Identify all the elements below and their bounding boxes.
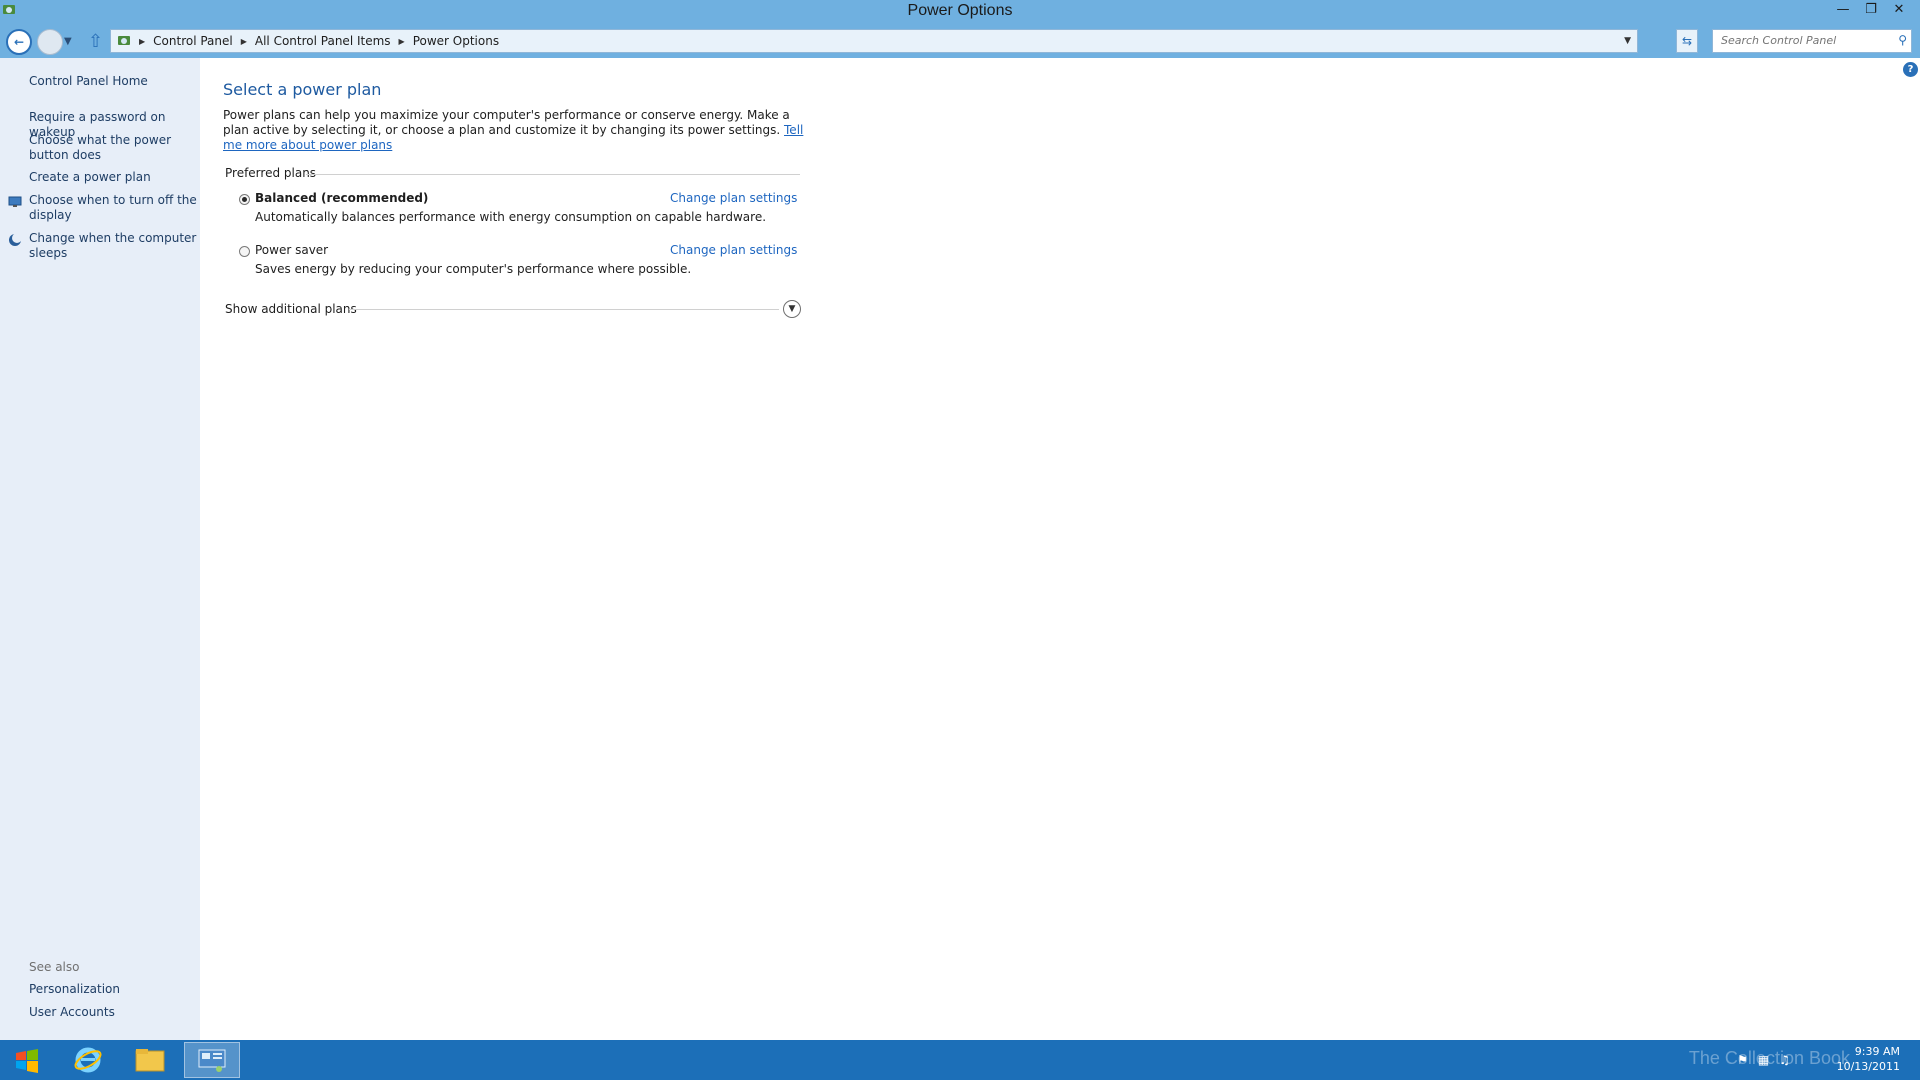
network-icon[interactable]: ▦ [1758,1053,1769,1067]
taskbar-file-explorer[interactable] [122,1042,178,1078]
show-additional-plans-label[interactable]: Show additional plans [225,302,357,316]
breadcrumb-separator-icon[interactable]: ▶ [399,37,405,46]
control-panel-small-icon [118,36,130,45]
search-box[interactable]: ⚲ [1712,29,1912,53]
preferred-plans-label: Preferred plans [225,166,317,180]
windows-logo-icon [16,1049,38,1073]
taskbar-internet-explorer[interactable] [60,1042,116,1078]
group-divider [349,309,779,310]
sidebar-item-create-plan[interactable]: Create a power plan [29,170,199,185]
clock-time: 9:39 AM [1854,1045,1900,1058]
breadcrumb-all-items[interactable]: All Control Panel Items [255,34,391,48]
navigation-bar: ← ▼ ⇧ ▶ Control Panel ▶ All Control Pane… [0,26,1920,58]
see-also-personalization[interactable]: Personalization [29,982,199,997]
page-title: Select a power plan [223,80,382,99]
search-input[interactable] [1719,33,1883,48]
expand-additional-plans-button[interactable]: ▼ [783,300,801,318]
start-button[interactable] [8,1046,46,1076]
chevron-down-icon: ▼ [788,304,796,314]
power-saver-change-settings-link[interactable]: Change plan settings [670,243,797,257]
breadcrumb-control-panel[interactable]: Control Panel [153,34,233,48]
window-title: Power Options [907,2,1013,19]
power-saver-radio[interactable] [239,246,250,257]
balanced-change-settings-link[interactable]: Change plan settings [670,191,797,205]
back-button[interactable]: ← [6,29,32,55]
breadcrumb-separator-icon[interactable]: ▶ [241,37,247,46]
plan-balanced-desc: Automatically balances performance with … [255,210,767,224]
breadcrumb: ▶ Control Panel ▶ All Control Panel Item… [117,34,499,48]
see-also-heading: See also [29,960,80,974]
search-icon[interactable]: ⚲ [1898,33,1907,47]
clock-date: 10/13/2011 [1836,1060,1900,1073]
flag-icon[interactable]: ⚑ [1737,1053,1748,1067]
main-content: ? Select a power plan Power plans can he… [200,58,1920,1040]
folder-icon [135,1049,165,1072]
sidebar-item-computer-sleeps[interactable]: Change when the computer sleeps [29,231,199,261]
close-button[interactable]: ✕ [1888,0,1910,18]
clock[interactable]: 9:39 AM 10/13/2011 [1837,1044,1900,1074]
help-icon[interactable]: ? [1903,62,1918,77]
system-tray: ⚑ ▦ ♫ [1737,1042,1790,1078]
sidebar-item-power-button[interactable]: Choose what the power button does [29,133,199,163]
back-arrow-icon: ← [13,35,25,49]
restore-button[interactable]: ❐ [1860,0,1882,18]
taskbar-control-panel[interactable] [184,1042,240,1078]
refresh-button[interactable]: ⇆ [1676,29,1698,53]
see-also-user-accounts[interactable]: User Accounts [29,1005,199,1020]
sleep-moon-icon [9,233,22,246]
address-dropdown-icon[interactable]: ▼ [1624,36,1631,46]
plan-balanced-name[interactable]: Balanced (recommended) [255,191,428,205]
taskbar: The Collection Book ⚑ ▦ ♫ 9:39 AM 10/13/… [0,1040,1920,1080]
balanced-radio[interactable] [239,194,250,205]
minimize-button[interactable]: — [1832,0,1854,18]
forward-button[interactable] [37,29,63,55]
sidebar: Control Panel Home Require a password on… [0,58,200,1040]
window-controls: — ❐ ✕ [1832,0,1910,20]
volume-icon[interactable]: ♫ [1779,1053,1790,1067]
control-panel-home-link[interactable]: Control Panel Home [29,74,148,88]
recent-pages-dropdown[interactable]: ▼ [64,36,72,47]
intro-paragraph: Power plans can help you maximize your c… [223,108,790,137]
title-bar: Power Options — ❐ ✕ [0,0,1920,26]
sidebar-item-turn-off-display[interactable]: Choose when to turn off the display [29,193,199,223]
control-panel-taskbar-icon [198,1049,226,1072]
refresh-icon: ⇆ [1681,34,1693,48]
display-off-icon [8,196,22,207]
internet-explorer-icon [74,1047,102,1073]
intro-text: Power plans can help you maximize your c… [223,108,808,153]
breadcrumb-separator-icon[interactable]: ▶ [139,37,145,46]
plan-power-saver-desc: Saves energy by reducing your computer's… [255,262,692,276]
group-divider [306,174,800,175]
up-button[interactable]: ⇧ [88,31,103,52]
breadcrumb-power-options[interactable]: Power Options [413,34,499,48]
address-bar[interactable]: ▶ Control Panel ▶ All Control Panel Item… [110,29,1638,53]
plan-power-saver-name[interactable]: Power saver [255,243,328,257]
